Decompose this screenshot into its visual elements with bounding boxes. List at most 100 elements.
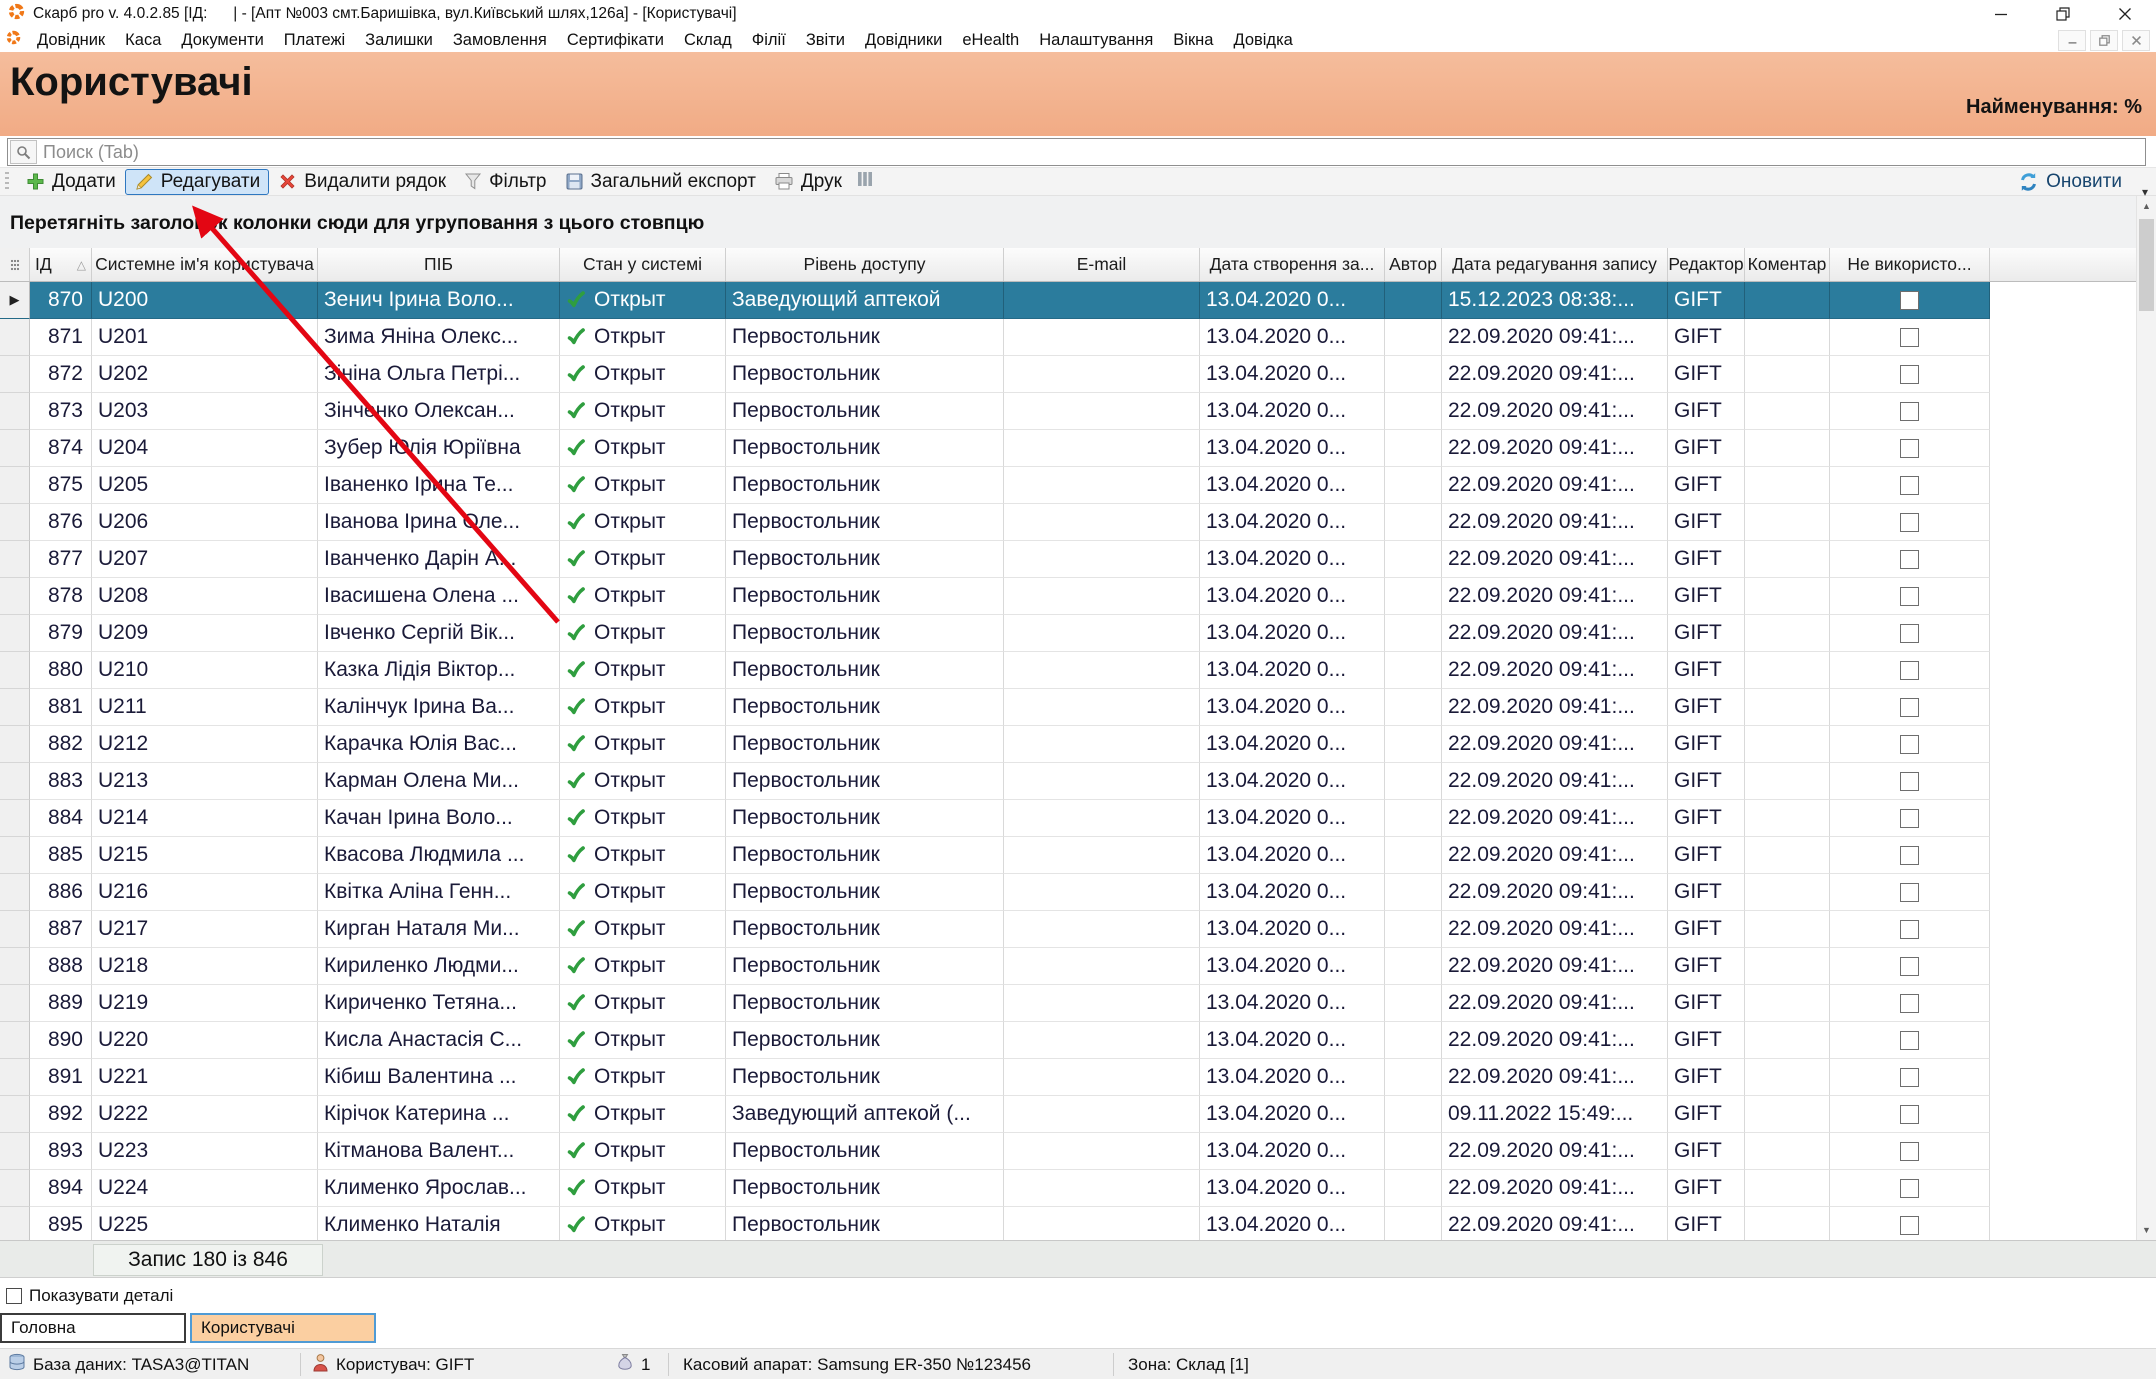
unused-checkbox[interactable] (1900, 1068, 1919, 1087)
table-row[interactable]: 892U222Кірічок Катерина ...ОткрытЗаведую… (0, 1096, 1990, 1133)
table-row[interactable]: 894U224Клименко Ярослав...ОткрытПервосто… (0, 1170, 1990, 1207)
column-header-Редактор[interactable]: Редактор (1668, 248, 1745, 281)
export-button[interactable]: Загальний експорт (556, 169, 765, 195)
menu-item-Сертифікати[interactable]: Сертифікати (557, 31, 674, 50)
column-header-Не використо...[interactable]: Не використо... (1830, 248, 1990, 281)
menu-item-Платежі[interactable]: Платежі (274, 31, 355, 50)
column-header-Дата редагування запису[interactable]: Дата редагування запису (1442, 248, 1668, 281)
unused-checkbox[interactable] (1900, 1105, 1919, 1124)
table-row[interactable]: 878U208Івасишена Олена ...ОткрытПервосто… (0, 578, 1990, 615)
menu-item-Замовлення[interactable]: Замовлення (443, 31, 557, 50)
unused-checkbox[interactable] (1900, 1216, 1919, 1235)
table-row[interactable]: 883U213Карман Олена Ми...ОткрытПервостол… (0, 763, 1990, 800)
print-button[interactable]: Друк (765, 169, 851, 195)
unused-checkbox[interactable] (1900, 291, 1919, 310)
table-row[interactable]: 886U216Квітка Аліна Генн...ОткрытПервост… (0, 874, 1990, 911)
tab-Головна[interactable]: Головна (0, 1313, 186, 1343)
unused-checkbox[interactable] (1900, 920, 1919, 939)
unused-checkbox[interactable] (1900, 550, 1919, 569)
table-row[interactable]: ▶870U200Зенич Ірина Воло...ОткрытЗаведую… (0, 282, 1990, 319)
edit-button[interactable]: Редагувати (125, 169, 269, 195)
unused-checkbox[interactable] (1900, 1179, 1919, 1198)
unused-checkbox[interactable] (1900, 661, 1919, 680)
unused-checkbox[interactable] (1900, 994, 1919, 1013)
table-row[interactable]: 874U204Зубер Юлія ЮріївнаОткрытПервостол… (0, 430, 1990, 467)
menu-item-Довідка[interactable]: Довідка (1223, 31, 1302, 50)
unused-checkbox[interactable] (1900, 1031, 1919, 1050)
table-row[interactable]: 879U209Івченко Сергій Вік...ОткрытПервос… (0, 615, 1990, 652)
table-row[interactable]: 876U206Іванова Ірина Оле...ОткрытПервост… (0, 504, 1990, 541)
unused-checkbox[interactable] (1900, 698, 1919, 717)
table-row[interactable]: 875U205Іваненко Ірина Те...ОткрытПервост… (0, 467, 1990, 504)
scrollbar-thumb[interactable] (2139, 219, 2154, 311)
table-row[interactable]: 885U215Квасова Людмила ...ОткрытПервосто… (0, 837, 1990, 874)
unused-checkbox[interactable] (1900, 402, 1919, 421)
unused-checkbox[interactable] (1900, 587, 1919, 606)
mdi-minimize-button[interactable] (2058, 30, 2086, 51)
menu-item-Вікна[interactable]: Вікна (1163, 31, 1223, 50)
table-row[interactable]: 881U211Калінчук Ірина Ва...ОткрытПервост… (0, 689, 1990, 726)
unused-checkbox[interactable] (1900, 735, 1919, 754)
column-header-E-mail[interactable]: E-mail (1004, 248, 1200, 281)
column-header-Системне ім'я користувача[interactable]: Системне ім'я користувача (92, 248, 318, 281)
unused-checkbox[interactable] (1900, 809, 1919, 828)
column-header-Рівень доступу[interactable]: Рівень доступу (726, 248, 1004, 281)
menu-item-Налаштування[interactable]: Налаштування (1029, 31, 1163, 50)
minimize-button[interactable] (1970, 0, 2032, 28)
unused-checkbox[interactable] (1900, 846, 1919, 865)
column-header-ПІБ[interactable]: ПІБ (318, 248, 560, 281)
column-header-Дата створення за...[interactable]: Дата створення за... (1200, 248, 1385, 281)
table-row[interactable]: 888U218Кириленко Людми...ОткрытПервостол… (0, 948, 1990, 985)
column-header-Стан у системі[interactable]: Стан у системі (560, 248, 726, 281)
scroll-up-icon[interactable]: ▲ (2137, 196, 2156, 216)
unused-checkbox[interactable] (1900, 439, 1919, 458)
menu-item-Довідник[interactable]: Довідник (27, 31, 115, 50)
table-row[interactable]: 880U210Казка Лідія Віктор...ОткрытПервос… (0, 652, 1990, 689)
unused-checkbox[interactable] (1900, 772, 1919, 791)
add-button[interactable]: Додати (17, 169, 125, 195)
mdi-close-button[interactable] (2122, 30, 2150, 51)
table-row[interactable]: 872U202Зініна Ольга Петрі...ОткрытПервос… (0, 356, 1990, 393)
filter-button[interactable]: Фільтр (455, 169, 555, 195)
scroll-down-icon[interactable]: ▼ (2137, 1220, 2156, 1240)
table-row[interactable]: 871U201Зима Яніна Олекс...ОткрытПервосто… (0, 319, 1990, 356)
columns-icon[interactable] (857, 170, 873, 194)
menu-item-Довідники[interactable]: Довідники (855, 31, 952, 50)
menu-item-Каса[interactable]: Каса (115, 31, 171, 50)
group-by-panel[interactable]: Перетягніть заголовок колонки сюди для у… (0, 196, 2156, 248)
column-header-Автор[interactable]: Автор (1385, 248, 1442, 281)
unused-checkbox[interactable] (1900, 1142, 1919, 1161)
menu-item-Документи[interactable]: Документи (171, 31, 273, 50)
unused-checkbox[interactable] (1900, 365, 1919, 384)
restore-button[interactable] (2032, 0, 2094, 28)
table-row[interactable]: 873U203Зінченко Олексан...ОткрытПервосто… (0, 393, 1990, 430)
unused-checkbox[interactable] (1900, 624, 1919, 643)
unused-checkbox[interactable] (1900, 883, 1919, 902)
table-row[interactable]: 895U225Клименко НаталіяОткрытПервостольн… (0, 1207, 1990, 1240)
unused-checkbox[interactable] (1900, 328, 1919, 347)
column-header-Коментар[interactable]: Коментар (1745, 248, 1830, 281)
toolbar-grip[interactable] (5, 172, 9, 192)
menu-item-Склад[interactable]: Склад (674, 31, 742, 50)
menu-item-Філії[interactable]: Філії (742, 31, 796, 50)
table-row[interactable]: 893U223Кітманова Валент...ОткрытПервосто… (0, 1133, 1990, 1170)
table-row[interactable]: 884U214Качан Ірина Воло...ОткрытПервосто… (0, 800, 1990, 837)
close-button[interactable] (2094, 0, 2156, 28)
unused-checkbox[interactable] (1900, 476, 1919, 495)
refresh-button[interactable]: Оновити (2018, 171, 2122, 193)
menu-item-Залишки[interactable]: Залишки (355, 31, 443, 50)
table-row[interactable]: 882U212Карачка Юлія Вас...ОткрытПервосто… (0, 726, 1990, 763)
menu-item-eHealth[interactable]: eHealth (952, 31, 1029, 50)
unused-checkbox[interactable] (1900, 957, 1919, 976)
table-row[interactable]: 877U207Іванченко Дарін А...ОткрытПервост… (0, 541, 1990, 578)
vertical-scrollbar[interactable]: ▲ ▼ (2136, 196, 2156, 1240)
table-row[interactable]: 889U219Кириченко Тетяна...ОткрытПервосто… (0, 985, 1990, 1022)
mdi-restore-button[interactable] (2090, 30, 2118, 51)
search-input[interactable]: Поиск (Tab) (7, 138, 2146, 166)
menu-item-Звіти[interactable]: Звіти (796, 31, 855, 50)
table-row[interactable]: 887U217Кирган Наталя Ми...ОткрытПервосто… (0, 911, 1990, 948)
tab-Користувачі[interactable]: Користувачі (190, 1313, 376, 1343)
delete-row-button[interactable]: Видалити рядок (269, 169, 455, 195)
table-row[interactable]: 890U220Кисла Анастасія С...ОткрытПервост… (0, 1022, 1990, 1059)
show-details-checkbox[interactable] (6, 1288, 22, 1304)
